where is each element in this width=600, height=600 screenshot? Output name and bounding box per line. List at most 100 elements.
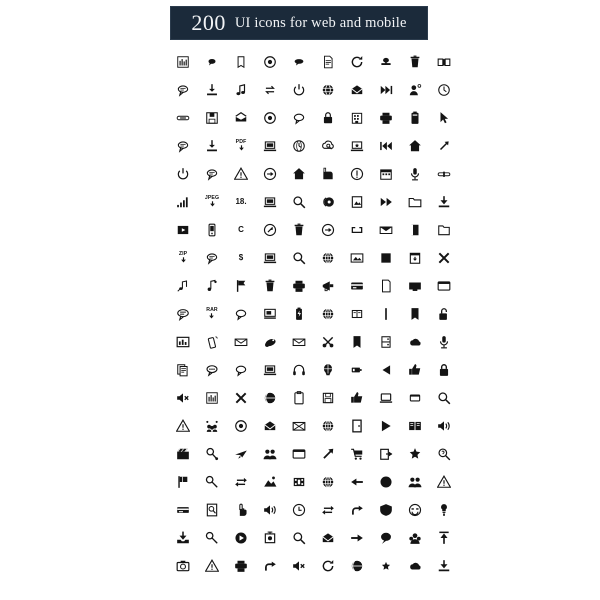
arrow-up-right-circle-icon[interactable]	[257, 222, 283, 238]
globe-dark-icon[interactable]	[257, 390, 283, 406]
book-closed-icon[interactable]	[402, 222, 428, 238]
record-target-icon[interactable]	[228, 418, 254, 434]
download-tray-icon[interactable]	[199, 138, 225, 154]
laptop-icon[interactable]	[257, 194, 283, 210]
volume-mute-icon[interactable]	[170, 390, 196, 406]
thumbs-up-icon[interactable]	[402, 362, 428, 378]
book-filled-icon[interactable]	[344, 334, 370, 350]
search-magnifier-icon[interactable]	[286, 250, 312, 266]
play-back-icon[interactable]	[373, 362, 399, 378]
mail-open-icon[interactable]	[315, 530, 341, 546]
mailbox-icon[interactable]	[315, 166, 341, 182]
headphones-icon[interactable]	[286, 362, 312, 378]
save-outline-icon[interactable]	[315, 390, 341, 406]
bar-chart-icon[interactable]	[199, 390, 225, 406]
power-icon[interactable]	[286, 82, 312, 98]
zip-download-icon[interactable]: ZIP	[170, 250, 196, 266]
arrow-turn-right-icon[interactable]	[344, 502, 370, 518]
laptop-outline-icon[interactable]	[373, 390, 399, 406]
book-filled-icon[interactable]	[402, 306, 428, 322]
speech-balloon-filled-icon[interactable]	[373, 530, 399, 546]
arrow-up-right-icon[interactable]	[315, 446, 341, 462]
document-icon[interactable]	[315, 54, 341, 70]
tools-cross-icon[interactable]	[315, 334, 341, 350]
window-outline-icon[interactable]	[431, 278, 457, 294]
globe-clock-icon[interactable]	[286, 138, 312, 154]
page-outline-icon[interactable]	[373, 278, 399, 294]
home-filled-icon[interactable]	[286, 166, 312, 182]
clock-outline-icon[interactable]	[431, 82, 457, 98]
film-strip-icon[interactable]	[286, 474, 312, 490]
chat-bubble-icon[interactable]	[170, 138, 196, 154]
circle-filled-icon[interactable]	[373, 474, 399, 490]
warning-triangle-icon[interactable]	[170, 418, 196, 434]
play-circle-icon[interactable]	[228, 530, 254, 546]
archive-download-icon[interactable]	[402, 250, 428, 266]
power-icon[interactable]	[170, 166, 196, 182]
clapperboard-icon[interactable]	[170, 446, 196, 462]
volume-up-icon[interactable]	[431, 418, 457, 434]
flag-icon[interactable]	[228, 278, 254, 294]
lamp-icon[interactable]	[431, 502, 457, 518]
search-help-icon[interactable]	[431, 446, 457, 462]
trash-bin-icon[interactable]	[257, 278, 283, 294]
globe-filled-icon[interactable]	[315, 418, 341, 434]
number-label-icon[interactable]: 18.	[228, 194, 254, 210]
speech-bubble-filled-icon[interactable]	[286, 54, 312, 70]
microphone-icon[interactable]	[402, 166, 428, 182]
floppy-save-icon[interactable]	[199, 110, 225, 126]
arrow-right-bold-icon[interactable]	[344, 530, 370, 546]
battery-low-icon[interactable]	[344, 362, 370, 378]
cloud-search-icon[interactable]	[315, 138, 341, 154]
cursor-arrow-icon[interactable]	[431, 110, 457, 126]
users-pair-icon[interactable]	[257, 446, 283, 462]
download-arrow-icon[interactable]	[431, 558, 457, 574]
upload-arrow-icon[interactable]	[431, 530, 457, 546]
arrow-turn-right-icon[interactable]	[257, 558, 283, 574]
globe-icon[interactable]	[315, 82, 341, 98]
media-player-icon[interactable]	[170, 222, 196, 238]
mobile-signal-icon[interactable]	[199, 334, 225, 350]
gamepad-icon[interactable]	[257, 334, 283, 350]
close-x-icon[interactable]	[431, 250, 457, 266]
search-magnifier-icon[interactable]	[286, 194, 312, 210]
arrow-right-circle-icon[interactable]	[257, 166, 283, 182]
lock-icon[interactable]	[315, 110, 341, 126]
mail-closed-icon[interactable]	[228, 110, 254, 126]
skip-back-icon[interactable]	[373, 138, 399, 154]
presentation-icon[interactable]	[257, 306, 283, 322]
note-pin-icon[interactable]	[199, 278, 225, 294]
warning-triangle-icon[interactable]	[431, 474, 457, 490]
dollar-sign-icon[interactable]: $	[228, 250, 254, 266]
download-arrow-icon[interactable]	[431, 194, 457, 210]
music-walk-icon[interactable]	[170, 278, 196, 294]
warning-triangle-icon[interactable]	[199, 558, 225, 574]
window-small-icon[interactable]	[402, 390, 428, 406]
unlock-icon[interactable]	[431, 306, 457, 322]
mail-open-icon[interactable]	[257, 418, 283, 434]
lock-closed-icon[interactable]	[431, 362, 457, 378]
laptop-icon[interactable]	[257, 362, 283, 378]
loop-rectangle-icon[interactable]	[344, 222, 370, 238]
volume-up-icon[interactable]	[257, 502, 283, 518]
server-icon[interactable]	[373, 334, 399, 350]
laptop-star-icon[interactable]	[344, 138, 370, 154]
play-icon[interactable]	[373, 418, 399, 434]
download-inbox-icon[interactable]	[170, 530, 196, 546]
building-icon[interactable]	[344, 110, 370, 126]
printer-icon[interactable]	[373, 110, 399, 126]
laptop-icon[interactable]	[257, 138, 283, 154]
key-search-icon[interactable]	[199, 446, 225, 462]
download-tray-icon[interactable]	[199, 82, 225, 98]
laptop-icon[interactable]	[257, 250, 283, 266]
speech-bubble-outline-icon[interactable]	[286, 110, 312, 126]
thumbs-up-icon[interactable]	[344, 390, 370, 406]
hand-pointer-icon[interactable]	[228, 502, 254, 518]
mobile-phone-icon[interactable]	[199, 222, 225, 238]
warning-triangle-icon[interactable]	[228, 166, 254, 182]
door-icon[interactable]	[344, 418, 370, 434]
chat-bubble-icon[interactable]	[170, 82, 196, 98]
document-search-icon[interactable]	[199, 502, 225, 518]
clipboard-icon[interactable]	[286, 390, 312, 406]
refresh-circle-icon[interactable]	[315, 558, 341, 574]
